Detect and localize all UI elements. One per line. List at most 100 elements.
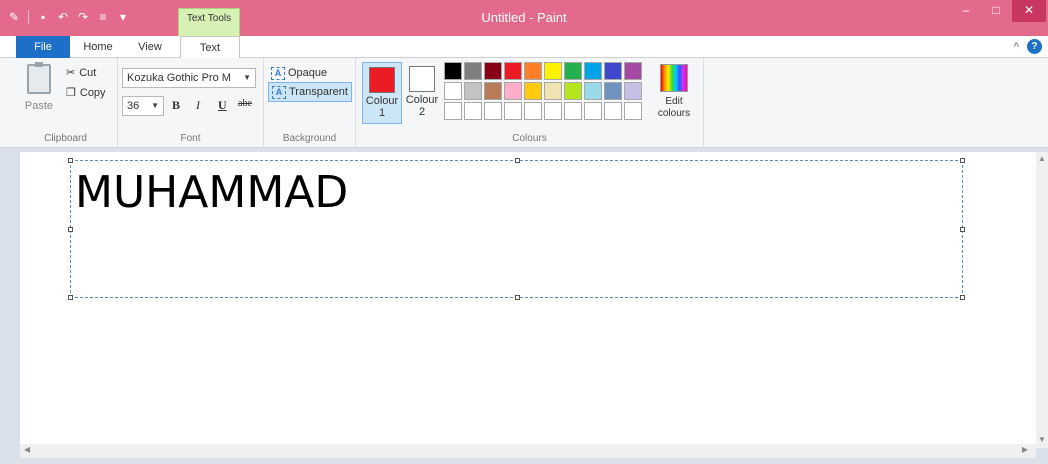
- palette-colour-swatch[interactable]: [604, 102, 622, 120]
- resize-handle[interactable]: [515, 158, 520, 163]
- clipboard-group: Paste ✂ Cut ❐ Copy Clipboard: [14, 58, 118, 148]
- resize-handle[interactable]: [515, 295, 520, 300]
- opaque-button[interactable]: A Opaque: [268, 63, 330, 83]
- colour-2-button[interactable]: Colour 2: [402, 62, 442, 124]
- paste-label: Paste: [24, 100, 54, 112]
- clipboard-icon: [27, 62, 51, 94]
- drawing-canvas[interactable]: MUHAMMAD: [20, 152, 1036, 448]
- canvas-text[interactable]: MUHAMMAD: [75, 167, 348, 218]
- palette-colour-swatch[interactable]: [444, 102, 462, 120]
- copy-label: Copy: [79, 86, 106, 99]
- edit-colours-label: Edit colours: [657, 96, 691, 119]
- palette-colour-swatch[interactable]: [444, 82, 462, 100]
- colour-spectrum-icon: [660, 64, 688, 92]
- clipboard-group-label: Clipboard: [44, 133, 87, 144]
- palette-colour-swatch[interactable]: [584, 82, 602, 100]
- palette-colour-swatch[interactable]: [464, 102, 482, 120]
- palette-colour-swatch[interactable]: [544, 82, 562, 100]
- colour-1-label: Colour 1: [365, 95, 399, 119]
- palette-colour-swatch[interactable]: [524, 82, 542, 100]
- copy-icon: ❐: [66, 87, 76, 99]
- palette-colour-swatch[interactable]: [504, 102, 522, 120]
- palette-colour-swatch[interactable]: [584, 102, 602, 120]
- font-family-value: Kozuka Gothic Pro M: [127, 72, 231, 84]
- colour-2-swatch: [409, 66, 435, 92]
- edit-colours-button[interactable]: Edit colours: [652, 62, 696, 120]
- close-button[interactable]: ✕: [1012, 0, 1046, 22]
- resize-handle[interactable]: [960, 158, 965, 163]
- tab-text[interactable]: Text: [180, 36, 240, 59]
- palette-colour-swatch[interactable]: [524, 102, 542, 120]
- scroll-up-icon[interactable]: ▲: [1036, 154, 1048, 163]
- opaque-label: Opaque: [288, 67, 328, 79]
- title-bar: ✎ ▪ ↶ ↷ ≡ ▾ Text Tools Untitled - Paint …: [0, 0, 1048, 36]
- tab-home[interactable]: Home: [76, 36, 120, 58]
- colours-group-label: Colours: [512, 133, 547, 144]
- palette-colour-swatch[interactable]: [504, 62, 522, 80]
- paste-button[interactable]: Paste: [24, 62, 54, 112]
- font-family-select[interactable]: Kozuka Gothic Pro M ▼: [122, 68, 256, 88]
- underline-button[interactable]: U: [218, 98, 227, 113]
- transparent-icon: A: [272, 85, 286, 99]
- palette-colour-swatch[interactable]: [464, 82, 482, 100]
- window-title: Untitled - Paint: [481, 10, 567, 25]
- palette-colour-swatch[interactable]: [544, 102, 562, 120]
- horizontal-scrollbar[interactable]: ◀ ▶: [20, 444, 1036, 458]
- resize-handle[interactable]: [960, 227, 965, 232]
- palette-colour-swatch[interactable]: [564, 62, 582, 80]
- scissors-icon: ✂: [66, 67, 76, 79]
- palette-colour-swatch[interactable]: [624, 82, 642, 100]
- copy-button[interactable]: ❐ Copy: [66, 86, 106, 100]
- background-group: A Opaque A Transparent Background: [264, 58, 356, 148]
- font-group-label: Font: [180, 133, 201, 144]
- scroll-right-icon[interactable]: ▶: [1022, 445, 1028, 454]
- cut-label: Cut: [79, 66, 97, 79]
- colour-1-button[interactable]: Colour 1: [362, 62, 402, 124]
- maximize-button[interactable]: □: [984, 0, 1008, 22]
- vertical-scrollbar[interactable]: ▲ ▼: [1036, 152, 1048, 448]
- help-icon[interactable]: ?: [1027, 39, 1042, 54]
- palette-colour-swatch[interactable]: [624, 62, 642, 80]
- resize-handle[interactable]: [68, 227, 73, 232]
- canvas-area: MUHAMMAD ▲ ▼ ◀ ▶: [0, 148, 1048, 464]
- palette-colour-swatch[interactable]: [524, 62, 542, 80]
- palette-colour-swatch[interactable]: [544, 62, 562, 80]
- tab-view[interactable]: View: [128, 36, 172, 58]
- background-group-label: Background: [282, 133, 337, 144]
- palette-colour-swatch[interactable]: [624, 102, 642, 120]
- palette-colour-swatch[interactable]: [504, 82, 522, 100]
- palette-colour-swatch[interactable]: [604, 82, 622, 100]
- palette-colour-swatch[interactable]: [604, 62, 622, 80]
- palette-colour-swatch[interactable]: [444, 62, 462, 80]
- ribbon-tabs: File Home View Text ^ ?: [0, 36, 1048, 59]
- colours-group: Colour 1 Colour 2 Edit colours Colours: [356, 58, 704, 148]
- colour-2-label: Colour 2: [405, 94, 439, 118]
- transparent-button[interactable]: A Transparent: [268, 82, 352, 102]
- palette-colour-swatch[interactable]: [484, 102, 502, 120]
- text-box[interactable]: MUHAMMAD: [68, 158, 965, 300]
- resize-handle[interactable]: [68, 158, 73, 163]
- collapse-ribbon-icon[interactable]: ^: [1014, 41, 1019, 53]
- chevron-down-icon: ▼: [243, 73, 251, 82]
- minimize-button[interactable]: –: [954, 0, 978, 22]
- palette-colour-swatch[interactable]: [584, 62, 602, 80]
- palette-colour-swatch[interactable]: [564, 102, 582, 120]
- strikethrough-button[interactable]: abe: [238, 98, 252, 109]
- palette-colour-swatch[interactable]: [484, 62, 502, 80]
- ribbon-controls: ^ ?: [1014, 39, 1042, 54]
- palette-colour-swatch[interactable]: [484, 82, 502, 100]
- resize-handle[interactable]: [960, 295, 965, 300]
- cut-button[interactable]: ✂ Cut: [66, 66, 97, 80]
- palette-colour-swatch[interactable]: [564, 82, 582, 100]
- bold-button[interactable]: B: [172, 98, 180, 113]
- transparent-label: Transparent: [289, 86, 348, 98]
- palette-colour-swatch[interactable]: [464, 62, 482, 80]
- resize-handle[interactable]: [68, 295, 73, 300]
- font-size-select[interactable]: 36 ▼: [122, 96, 164, 116]
- colour-1-swatch: [369, 67, 395, 93]
- scroll-left-icon[interactable]: ◀: [24, 445, 30, 454]
- italic-button[interactable]: I: [196, 98, 200, 113]
- colour-palette: [444, 62, 642, 120]
- tab-file[interactable]: File: [16, 36, 70, 58]
- scroll-down-icon[interactable]: ▼: [1036, 435, 1048, 444]
